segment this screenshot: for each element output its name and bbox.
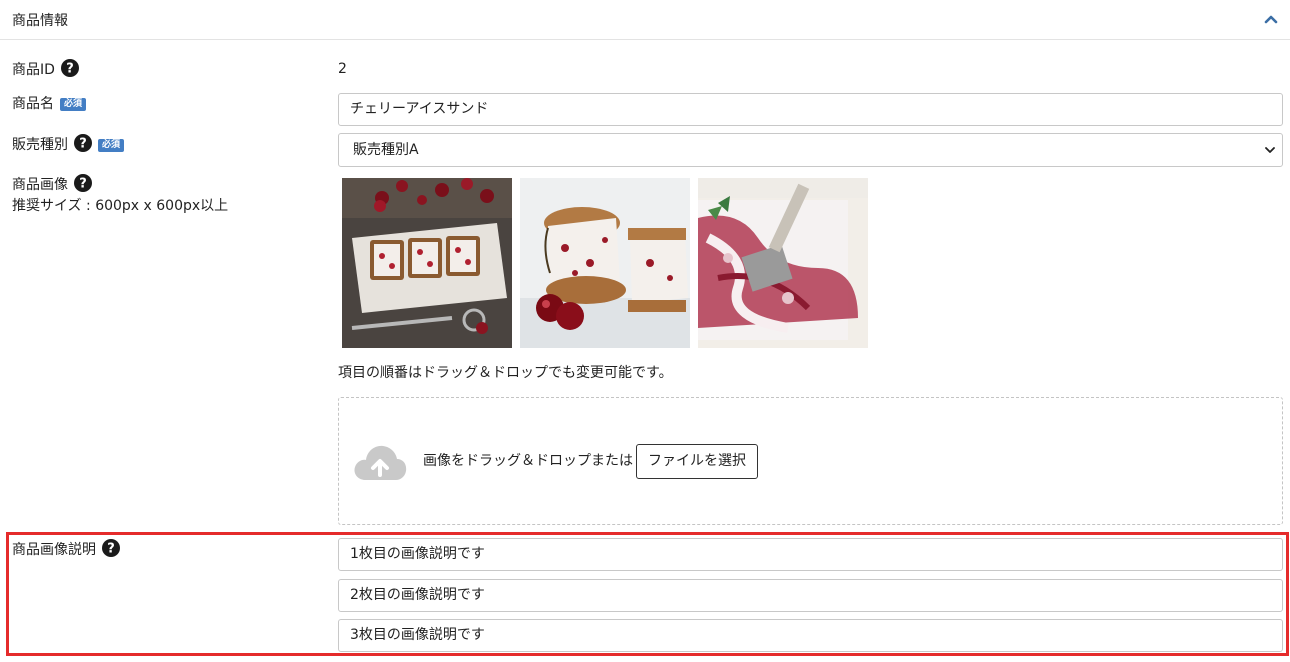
product-id-value: 2 (338, 61, 347, 77)
cloud-upload-icon (354, 445, 407, 480)
product-image-thumbnail-2[interactable] (520, 178, 690, 348)
svg-text:?: ? (66, 62, 74, 77)
sales-type-label-text: 販売種別 (12, 137, 68, 153)
product-image-label-text: 商品画像 (12, 177, 68, 193)
dropzone-text: 画像をドラッグ＆ドロップまたは (423, 453, 633, 469)
question-circle-icon[interactable]: ? (60, 59, 79, 77)
svg-text:?: ? (79, 177, 87, 192)
product-image-thumbnail-1[interactable] (342, 178, 512, 348)
product-image-thumbnail-3[interactable] (698, 178, 868, 348)
product-name-input[interactable]: チェリーアイスサンド (338, 93, 1283, 126)
product-name-label-text: 商品名 (12, 96, 54, 112)
card-title: 商品情報 (12, 13, 68, 29)
sales-type-label: 販売種別? 必須 (12, 134, 125, 155)
choose-file-button[interactable]: ファイルを選択 (636, 444, 758, 479)
product-image-label: 商品画像? (12, 174, 92, 195)
highlight-frame (6, 532, 1289, 656)
recommended-size-text: 推奨サイズ : 600px x 600px以上 (12, 198, 229, 214)
svg-text:?: ? (79, 137, 87, 152)
chevron-up-icon[interactable] (1264, 12, 1278, 26)
sales-type-selected: 販売種別A (353, 142, 419, 158)
reorder-help-text: 項目の順番はドラッグ＆ドロップでも変更可能です。 (338, 365, 673, 381)
question-circle-icon[interactable]: ? (74, 134, 92, 152)
image-dropzone[interactable]: 画像をドラッグ＆ドロップまたは ファイルを選択 (338, 397, 1283, 525)
required-badge: 必須 (98, 139, 125, 152)
chevron-down-icon (1265, 147, 1275, 153)
required-badge: 必須 (60, 98, 87, 111)
question-circle-icon[interactable]: ? (74, 174, 92, 192)
product-name-label: 商品名 必須 (12, 94, 87, 114)
card-header: 商品情報 (0, 0, 1290, 40)
product-id-label: 商品ID? (12, 59, 79, 80)
sales-type-select[interactable]: 販売種別A (338, 133, 1283, 167)
product-id-label-text: 商品ID (12, 62, 55, 78)
